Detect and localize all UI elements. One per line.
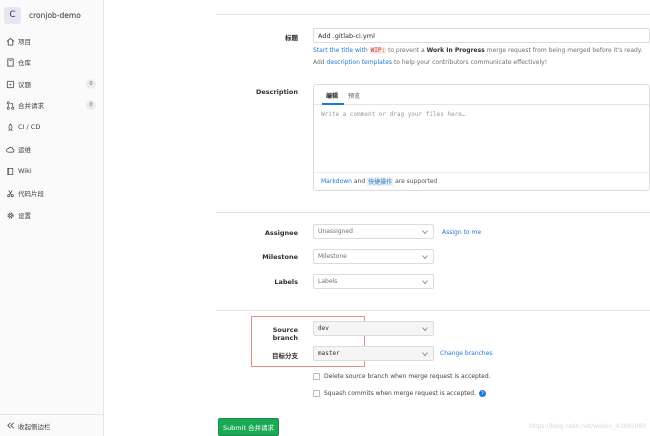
title-label: 标题 — [285, 34, 298, 42]
chevron-down-icon — [422, 326, 428, 331]
sidebar-item-settings[interactable]: 设置 — [0, 205, 103, 225]
sidebar-item-label: 议题 — [18, 81, 31, 89]
source-branch-select[interactable]: dev — [313, 321, 434, 336]
sidebar: C cronjob-demo 项目 仓库 议题 0 合并请求 0 CI / CD… — [0, 0, 104, 436]
source-branch-value: dev — [318, 325, 329, 332]
description-editor: 编辑 预览 Write a comment or drag your files… — [313, 84, 650, 191]
labels-value: Labels — [318, 278, 338, 285]
labels-label: Labels — [274, 278, 298, 286]
sidebar-item-label: CI / CD — [18, 123, 41, 131]
chevron-down-icon — [422, 279, 428, 284]
chevron-down-icon — [422, 254, 428, 259]
sidebar-item-repository[interactable]: 仓库 — [0, 52, 103, 72]
chevron-down-icon — [422, 229, 428, 234]
change-branches-link[interactable]: Change branches — [440, 350, 493, 357]
merge-requests-count-badge: 0 — [86, 100, 96, 110]
wip-hint-text2: merge request from being merged before i… — [486, 47, 643, 54]
project-header[interactable]: C cronjob-demo — [4, 4, 81, 26]
sidebar-item-issues[interactable]: 议题 0 — [0, 74, 103, 94]
sidebar-item-label: 设置 — [18, 212, 31, 220]
template-hint-text2: to help your contributors communicate ef… — [393, 59, 548, 66]
description-templates-link[interactable]: description templates — [327, 59, 392, 66]
project-avatar: C — [4, 6, 21, 24]
title-input[interactable]: Add .gitlab-ci.yml — [313, 28, 650, 43]
active-tab-indicator — [322, 103, 344, 105]
rocket-icon — [5, 122, 15, 132]
assignee-label: Assignee — [264, 229, 298, 237]
assignee-select[interactable]: Unassigned — [313, 224, 434, 239]
snippet-icon — [5, 188, 15, 198]
sidebar-item-merge-requests[interactable]: 合并请求 0 — [0, 95, 103, 115]
wip-hint-text1: to prevent a — [387, 47, 425, 54]
issues-icon — [5, 79, 15, 89]
sidebar-item-ci-cd[interactable]: CI / CD — [0, 117, 103, 137]
project-name: cronjob-demo — [29, 10, 81, 20]
cloud-icon — [5, 144, 15, 154]
book-icon — [5, 166, 15, 176]
gear-icon — [5, 210, 15, 220]
chevron-down-icon — [422, 351, 428, 356]
labels-select[interactable]: Labels — [313, 274, 434, 289]
squash-commits-checkbox[interactable] — [313, 390, 320, 397]
sidebar-item-label: 运维 — [18, 146, 31, 154]
footer-supported: are supported — [395, 178, 438, 185]
sidebar-item-snippets[interactable]: 代码片段 — [0, 183, 103, 203]
target-branch-select[interactable]: master — [313, 346, 434, 361]
double-chevron-left-icon — [5, 421, 15, 431]
tab-preview[interactable]: 预览 — [348, 91, 360, 100]
sidebar-item-label: 仓库 — [18, 59, 31, 67]
milestone-value: Milestone — [318, 253, 347, 260]
submit-merge-request-button[interactable]: Submit 合并请求 — [218, 418, 279, 436]
template-hint-text1: Add — [313, 59, 325, 66]
sidebar-item-label: 合并请求 — [18, 102, 44, 110]
sidebar-item-wiki[interactable]: Wiki — [0, 161, 103, 181]
issues-count-badge: 0 — [86, 79, 96, 89]
repository-icon — [5, 57, 15, 67]
markdown-link[interactable]: Markdown — [321, 178, 352, 185]
sidebar-item-operations[interactable]: 运维 — [0, 139, 103, 159]
editor-tabs: 编辑 预览 — [314, 85, 649, 105]
delete-source-branch-checkbox[interactable] — [313, 373, 320, 380]
wip-hint: Start the title with WIP: to prevent a W… — [313, 47, 642, 54]
footer-and: and — [353, 178, 366, 185]
delete-source-branch-label: Delete source branch when merge request … — [324, 373, 491, 380]
collapse-sidebar-label: 收起侧边栏 — [18, 422, 51, 431]
section-divider — [216, 212, 650, 213]
tab-write[interactable]: 编辑 — [326, 91, 338, 100]
watermark: https://blog.csdn.net/weixin_41845983 — [528, 423, 646, 430]
help-icon[interactable]: ? — [479, 390, 487, 397]
wip-hint-link[interactable]: Start the title with — [313, 47, 368, 54]
wip-code: WIP: — [369, 47, 387, 54]
sidebar-item-label: 代码片段 — [18, 190, 44, 198]
template-hint: Add description templates to help your c… — [313, 59, 547, 66]
section-divider — [216, 310, 650, 311]
top-divider — [216, 14, 650, 15]
assign-to-me-link[interactable]: Assign to me — [442, 229, 481, 236]
wip-hint-bold: Work In Progress — [426, 47, 485, 54]
merge-request-page: C cronjob-demo 项目 仓库 议题 0 合并请求 0 CI / CD… — [0, 0, 650, 436]
sidebar-item-label: 项目 — [18, 38, 31, 46]
target-branch-label: 目标分支 — [272, 352, 298, 360]
assignee-value: Unassigned — [318, 228, 353, 235]
delete-source-branch-option[interactable]: Delete source branch when merge request … — [313, 373, 491, 380]
quick-actions-link[interactable]: 快捷操作 — [367, 177, 394, 186]
milestone-select[interactable]: Milestone — [313, 249, 434, 264]
editor-footer: Markdown and 快捷操作 are supported — [314, 172, 649, 190]
description-label: Description — [255, 88, 298, 96]
home-icon — [5, 36, 15, 46]
description-textarea[interactable]: Write a comment or drag your files here… — [321, 111, 466, 118]
sidebar-item-label: Wiki — [18, 167, 32, 175]
milestone-label: Milestone — [262, 253, 298, 261]
source-branch-label: Source branch — [272, 326, 298, 342]
squash-commits-label: Squash commits when merge request is acc… — [324, 390, 477, 397]
sidebar-item-project[interactable]: 项目 — [0, 31, 103, 51]
squash-commits-option[interactable]: Squash commits when merge request is acc… — [313, 390, 487, 397]
merge-request-icon — [5, 100, 15, 110]
collapse-sidebar-button[interactable]: 收起侧边栏 — [0, 414, 103, 436]
target-branch-value: master — [318, 350, 340, 357]
